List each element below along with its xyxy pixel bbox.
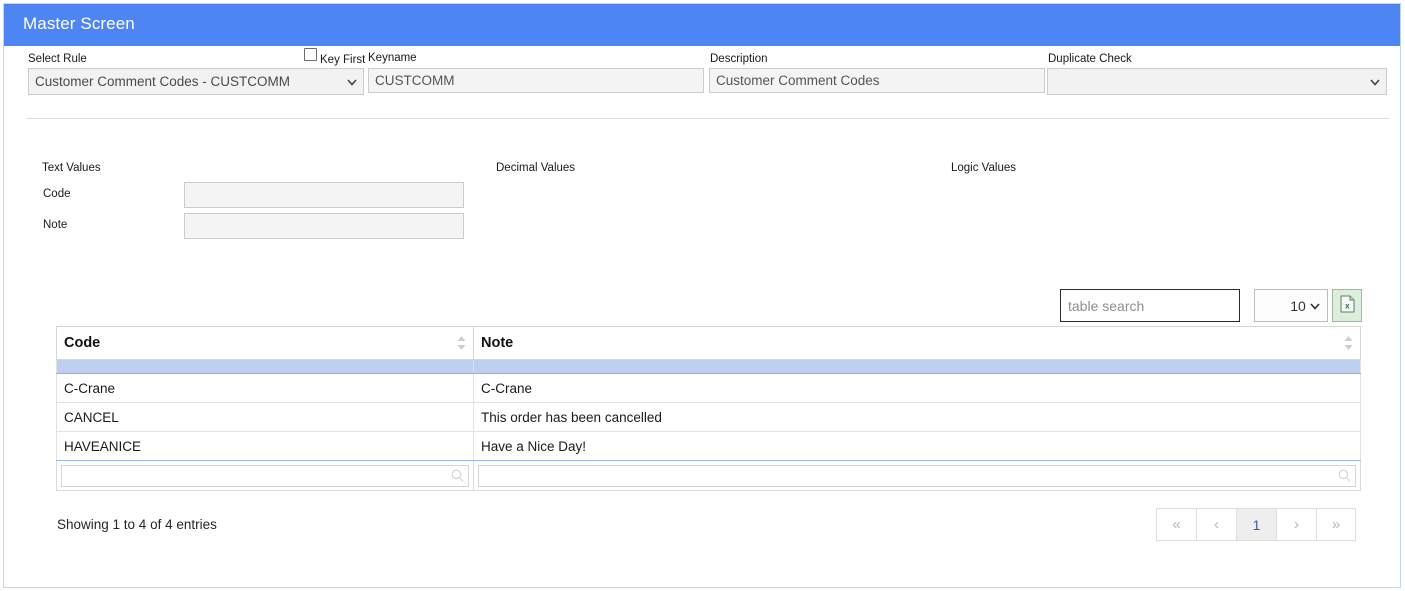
table-cell-code: CANCEL <box>56 402 474 432</box>
table-cell-code: HAVEANICE <box>56 431 474 461</box>
table-header-row: Code Note <box>56 326 1361 360</box>
select-rule-label: Select Rule <box>28 53 87 65</box>
page-length-dropdown[interactable]: 10 <box>1254 289 1328 322</box>
data-table: Code Note C-Crane C-Crane CANCEL This or… <box>56 326 1361 491</box>
table-cell-note <box>473 359 1361 374</box>
table-filter-cell-note <box>473 460 1361 491</box>
key-first-checkbox-box[interactable] <box>304 48 317 61</box>
sort-both-icon <box>457 336 466 350</box>
table-cell-note: This order has been cancelled <box>473 402 1361 432</box>
table-filter-cell-code <box>56 460 474 491</box>
window-titlebar: Master Screen <box>4 4 1400 46</box>
select-rule-dropdown[interactable]: Customer Comment Codes - CUSTCOMM <box>28 68 364 95</box>
table-cell-code <box>56 359 474 374</box>
table-row[interactable]: CANCEL This order has been cancelled <box>56 402 1361 432</box>
sort-both-icon <box>1344 336 1353 350</box>
select-rule-select[interactable]: Customer Comment Codes - CUSTCOMM <box>28 68 364 95</box>
key-first-checkbox[interactable] <box>304 48 317 61</box>
description-input[interactable] <box>709 68 1045 93</box>
svg-text:x: x <box>1345 302 1350 311</box>
table-cell-note: C-Crane <box>473 373 1361 403</box>
keyname-input[interactable] <box>368 68 704 93</box>
table-row-selected[interactable] <box>56 359 1361 374</box>
table-search-input[interactable] <box>1060 289 1240 322</box>
column-header-code[interactable]: Code <box>56 326 474 360</box>
column-header-note-label: Note <box>481 335 514 351</box>
pagination-last-button[interactable]: » <box>1316 508 1356 541</box>
note-input[interactable] <box>184 213 464 239</box>
pagination-previous-button[interactable]: ‹ <box>1196 508 1236 541</box>
note-field-label: Note <box>43 219 68 231</box>
duplicate-check-label: Duplicate Check <box>1048 53 1132 65</box>
page-title: Master Screen <box>23 14 135 33</box>
duplicate-check-dropdown[interactable] <box>1047 68 1387 95</box>
code-input[interactable] <box>184 182 464 208</box>
pagination-first-button[interactable]: « <box>1156 508 1196 541</box>
pagination-page-1-button[interactable]: 1 <box>1236 508 1276 541</box>
column-header-code-label: Code <box>64 335 101 351</box>
table-row[interactable]: C-Crane C-Crane <box>56 373 1361 403</box>
filter-code-input[interactable] <box>61 464 469 487</box>
description-label: Description <box>710 53 768 65</box>
pagination-next-button[interactable]: › <box>1276 508 1316 541</box>
pagination: « ‹ 1 › » <box>1156 508 1356 541</box>
column-header-note[interactable]: Note <box>473 326 1361 360</box>
filter-note-input[interactable] <box>478 464 1356 487</box>
excel-file-icon: x <box>1340 295 1355 316</box>
table-row[interactable]: HAVEANICE Have a Nice Day! <box>56 431 1361 461</box>
form-divider <box>26 118 1389 119</box>
text-values-title: Text Values <box>42 162 101 174</box>
table-filter-row <box>56 460 1361 491</box>
duplicate-check-select[interactable] <box>1047 68 1387 95</box>
table-info-text: Showing 1 to 4 of 4 entries <box>57 517 217 532</box>
decimal-values-title: Decimal Values <box>496 162 576 174</box>
page-length-select[interactable]: 10 <box>1254 289 1328 322</box>
table-cell-code: C-Crane <box>56 373 474 403</box>
table-cell-note: Have a Nice Day! <box>473 431 1361 461</box>
code-field-label: Code <box>43 188 71 200</box>
export-excel-button[interactable]: x <box>1332 289 1362 322</box>
master-screen-window: Master Screen Select Rule Customer Comme… <box>3 3 1401 588</box>
logic-values-title: Logic Values <box>951 162 1016 174</box>
keyname-label: Keyname <box>368 52 417 64</box>
key-first-label: Key First <box>320 54 366 66</box>
